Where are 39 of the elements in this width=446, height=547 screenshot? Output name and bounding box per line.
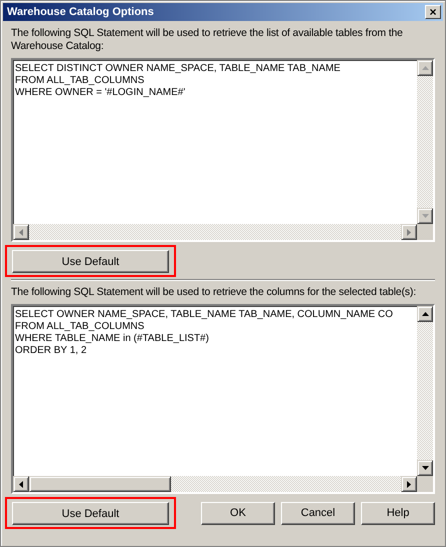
sql-line: SELECT OWNER NAME_SPACE, TABLE_NAME TAB_NAME, COLUMN_NAME CO <box>15 309 394 321</box>
dialog-button[interactable]: Cancel <box>281 502 355 524</box>
scroll-thumb[interactable] <box>29 476 171 492</box>
sql-line: FROM ALL_TAB_COLUMNS <box>15 321 146 333</box>
sql-line: WHERE TABLE_NAME in (#TABLE_LIST#) <box>15 333 210 345</box>
sql-text-area[interactable]: SELECT OWNER NAME_SPACE, TABLE_NAME TAB_NAME, COLUMN_NAME CO FROM ALL_TAB_COLUMNS WHERE TABLE_NAME in (#TABLE_LIST#) ORDER BY 1, 2 <box>11 304 435 494</box>
sql-line: SELECT DISTINCT OWNER NAME_SPACE, TABLE_NAME TAB_NAME <box>15 63 342 75</box>
left-arrow-icon <box>19 480 23 488</box>
vertical-scrollbar[interactable] <box>417 306 433 476</box>
scrollbar-corner <box>417 476 433 492</box>
scroll-right-button[interactable] <box>401 224 417 240</box>
section-description: The following SQL Statement will be used to retrieve the list of available tables from the Warehouse Catalog: <box>11 27 404 53</box>
vertical-scrollbar[interactable] <box>417 60 433 224</box>
scrollbar-corner <box>417 224 433 240</box>
sql-line: WHERE OWNER = '#LOGIN_NAME#' <box>15 87 186 99</box>
close-button[interactable]: × <box>425 5 441 19</box>
left-arrow-icon <box>19 228 23 236</box>
scroll-down-button[interactable] <box>417 208 433 224</box>
down-arrow-icon <box>422 214 428 218</box>
scroll-left-button[interactable] <box>13 224 29 240</box>
scroll-right-button[interactable] <box>401 476 417 492</box>
scroll-up-button[interactable] <box>417 306 433 322</box>
down-arrow-icon <box>422 466 428 470</box>
sql-line: FROM ALL_TAB_COLUMNS <box>15 75 146 87</box>
use-default-button[interactable]: Use Default <box>12 502 169 525</box>
use-default-button[interactable]: Use Default <box>12 250 169 273</box>
scroll-up-button[interactable] <box>417 60 433 76</box>
scroll-down-button[interactable] <box>417 460 433 476</box>
scroll-left-button[interactable] <box>13 476 29 492</box>
sql-text-area[interactable]: SELECT DISTINCT OWNER NAME_SPACE, TABLE_NAME TAB_NAME FROM ALL_TAB_COLUMNS WHERE OWNER = '#LOGIN_NAME#' <box>11 58 435 242</box>
horizontal-scrollbar[interactable] <box>13 476 433 492</box>
right-arrow-icon <box>407 480 411 488</box>
section-description: The following SQL Statement will be used to retrieve the columns for the selected table(s): <box>11 286 418 299</box>
dialog-button[interactable]: OK <box>201 502 275 524</box>
right-arrow-icon <box>407 228 411 236</box>
window-title: Warehouse Catalog Options <box>7 6 154 18</box>
dialog-button[interactable]: Help <box>361 502 435 524</box>
sql-line: ORDER BY 1, 2 <box>15 345 88 357</box>
horizontal-scrollbar[interactable] <box>13 224 433 240</box>
